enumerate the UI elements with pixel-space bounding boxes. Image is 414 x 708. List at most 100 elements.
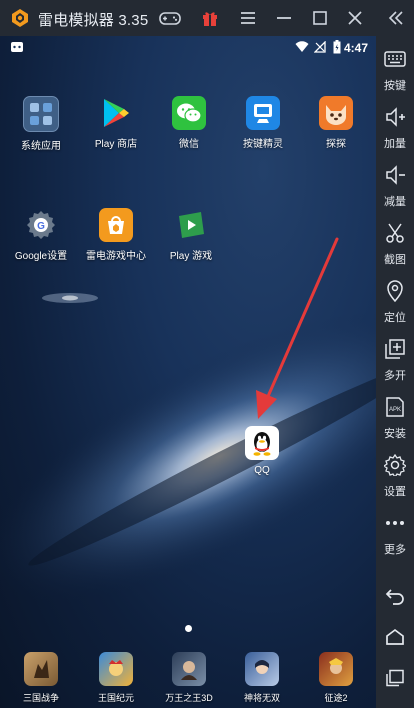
lords-mobile-icon <box>99 652 133 686</box>
close-icon <box>348 11 362 25</box>
multi-instance-icon <box>385 339 405 359</box>
scissors-icon <box>386 223 404 243</box>
minimize-button[interactable] <box>272 6 296 30</box>
system-apps-folder-icon <box>23 96 59 132</box>
double-chevron-left-icon <box>388 11 403 25</box>
gamepad-button[interactable] <box>158 6 182 30</box>
app-label: Google设置 <box>14 251 68 262</box>
android-notification-icon <box>10 40 24 57</box>
battery-icon <box>333 40 341 57</box>
app-wechat[interactable]: 微信 <box>149 96 229 150</box>
recent-apps-icon <box>386 669 404 687</box>
recent-apps-button[interactable] <box>376 663 414 693</box>
minimize-icon <box>277 17 291 19</box>
sidebar-item-label: 安装 <box>384 428 406 440</box>
shenjiang-icon <box>245 652 279 686</box>
dock-app-king-of-kings[interactable]: 万王之王3D <box>149 652 229 704</box>
app-label: 系统应用 <box>21 141 61 152</box>
sidebar-item-label: 减量 <box>384 196 406 208</box>
sidebar-item-volume-up[interactable]: 加量 <box>376 102 414 158</box>
app-system-apps[interactable]: 系统应用 <box>1 96 81 152</box>
home-button[interactable] <box>376 622 414 652</box>
play-games-icon <box>174 208 208 242</box>
close-button[interactable] <box>343 6 367 30</box>
app-tantan[interactable]: 探探 <box>296 96 376 150</box>
wallpaper-small-galaxy <box>42 293 98 303</box>
dock-app-zhengtu[interactable]: 征途2 <box>296 652 376 704</box>
sidebar-item-label: 更多 <box>384 544 406 556</box>
ld-game-center-icon <box>99 208 133 242</box>
app-label: 王国纪元 <box>97 693 134 703</box>
sidebar-item-label: 设置 <box>384 486 406 498</box>
back-button[interactable] <box>376 581 414 611</box>
sanguo-war-icon <box>24 652 58 686</box>
play-store-icon <box>99 96 133 130</box>
annotation-arrow <box>256 237 339 419</box>
app-google-settings[interactable]: G Google设置 <box>1 208 81 262</box>
sidebar-item-label: 定位 <box>384 312 406 324</box>
wechat-icon <box>172 96 206 130</box>
app-ld-game-center[interactable]: 雷电游戏中心 <box>76 208 156 262</box>
wifi-icon <box>295 41 309 56</box>
window-title: 雷电模拟器 3.35 <box>38 12 149 29</box>
sidebar-item-location[interactable]: 定位 <box>376 276 414 332</box>
app-label: 按键精灵 <box>243 139 283 150</box>
svg-text:G: G <box>37 221 45 232</box>
zhengtu-icon <box>319 652 353 686</box>
status-bar: 4:47 <box>0 36 376 60</box>
home-icon <box>386 628 404 645</box>
google-settings-icon: G <box>24 208 58 242</box>
app-label: 微信 <box>179 139 199 150</box>
maximize-button[interactable] <box>308 6 332 30</box>
emulator-toolbar: 按键 加量 减量 截图 定位 多开 APK 安装 设置 更多 <box>376 36 414 708</box>
dock-app-lords-mobile[interactable]: 王国纪元 <box>76 652 156 704</box>
app-label: 雷电游戏中心 <box>86 251 146 262</box>
sidebar-item-volume-down[interactable]: 减量 <box>376 160 414 216</box>
gift-button[interactable] <box>198 6 222 30</box>
app-key-wizard[interactable]: 按键精灵 <box>223 96 303 150</box>
status-time: 4:47 <box>343 41 368 55</box>
sidebar-item-keys[interactable]: 按键 <box>376 44 414 100</box>
app-play-games[interactable]: Play 游戏 <box>151 208 231 262</box>
page-indicator-dot <box>185 625 192 632</box>
app-label: 万王之王3D <box>165 693 213 703</box>
gift-icon <box>203 12 217 26</box>
sidebar-item-screenshot[interactable]: 截图 <box>376 218 414 274</box>
app-label: QQ <box>254 465 270 476</box>
svg-text:APK: APK <box>389 407 401 413</box>
qq-icon <box>245 426 279 460</box>
maximize-icon <box>313 11 327 25</box>
back-arrow-icon <box>385 589 404 605</box>
collapse-sidebar-button[interactable] <box>384 6 408 30</box>
app-play-store[interactable]: Play 商店 <box>76 96 156 150</box>
apk-install-icon: APK <box>386 397 404 417</box>
volume-down-icon <box>386 165 405 185</box>
gear-icon <box>382 453 408 479</box>
sidebar-item-install[interactable]: APK 安装 <box>376 392 414 448</box>
sidebar-item-more[interactable]: 更多 <box>376 508 414 564</box>
menu-button[interactable] <box>236 6 260 30</box>
more-dots-icon <box>386 521 404 525</box>
sidebar-item-label: 加量 <box>384 138 406 150</box>
android-screen[interactable]: 4:47 系统应用 Play 商店 微信 按键精灵 探探 G Google设置 … <box>0 36 376 708</box>
volume-up-icon <box>386 107 405 127</box>
tantan-icon <box>319 96 353 130</box>
app-qq[interactable]: QQ <box>222 426 302 476</box>
ldplayer-logo-icon <box>12 9 28 27</box>
dock-app-shenjiang[interactable]: 神将无双 <box>222 652 302 704</box>
sidebar-item-settings[interactable]: 设置 <box>376 450 414 506</box>
app-label: 探探 <box>326 139 346 150</box>
sidebar-item-multi-instance[interactable]: 多开 <box>376 334 414 390</box>
app-label: 神将无双 <box>243 693 280 703</box>
king-of-kings-icon <box>172 652 206 686</box>
keyboard-icon <box>384 51 406 67</box>
sidebar-item-label: 截图 <box>384 254 406 266</box>
dock-app-sanguo-war[interactable]: 三国战争 <box>1 652 81 704</box>
sidebar-item-label: 按键 <box>384 80 406 92</box>
location-pin-icon <box>387 280 403 303</box>
no-signal-icon <box>313 40 326 56</box>
app-label: Play 游戏 <box>169 251 213 262</box>
hamburger-menu-icon <box>241 12 255 24</box>
app-label: Play 商店 <box>94 139 138 150</box>
key-wizard-icon <box>246 96 280 130</box>
